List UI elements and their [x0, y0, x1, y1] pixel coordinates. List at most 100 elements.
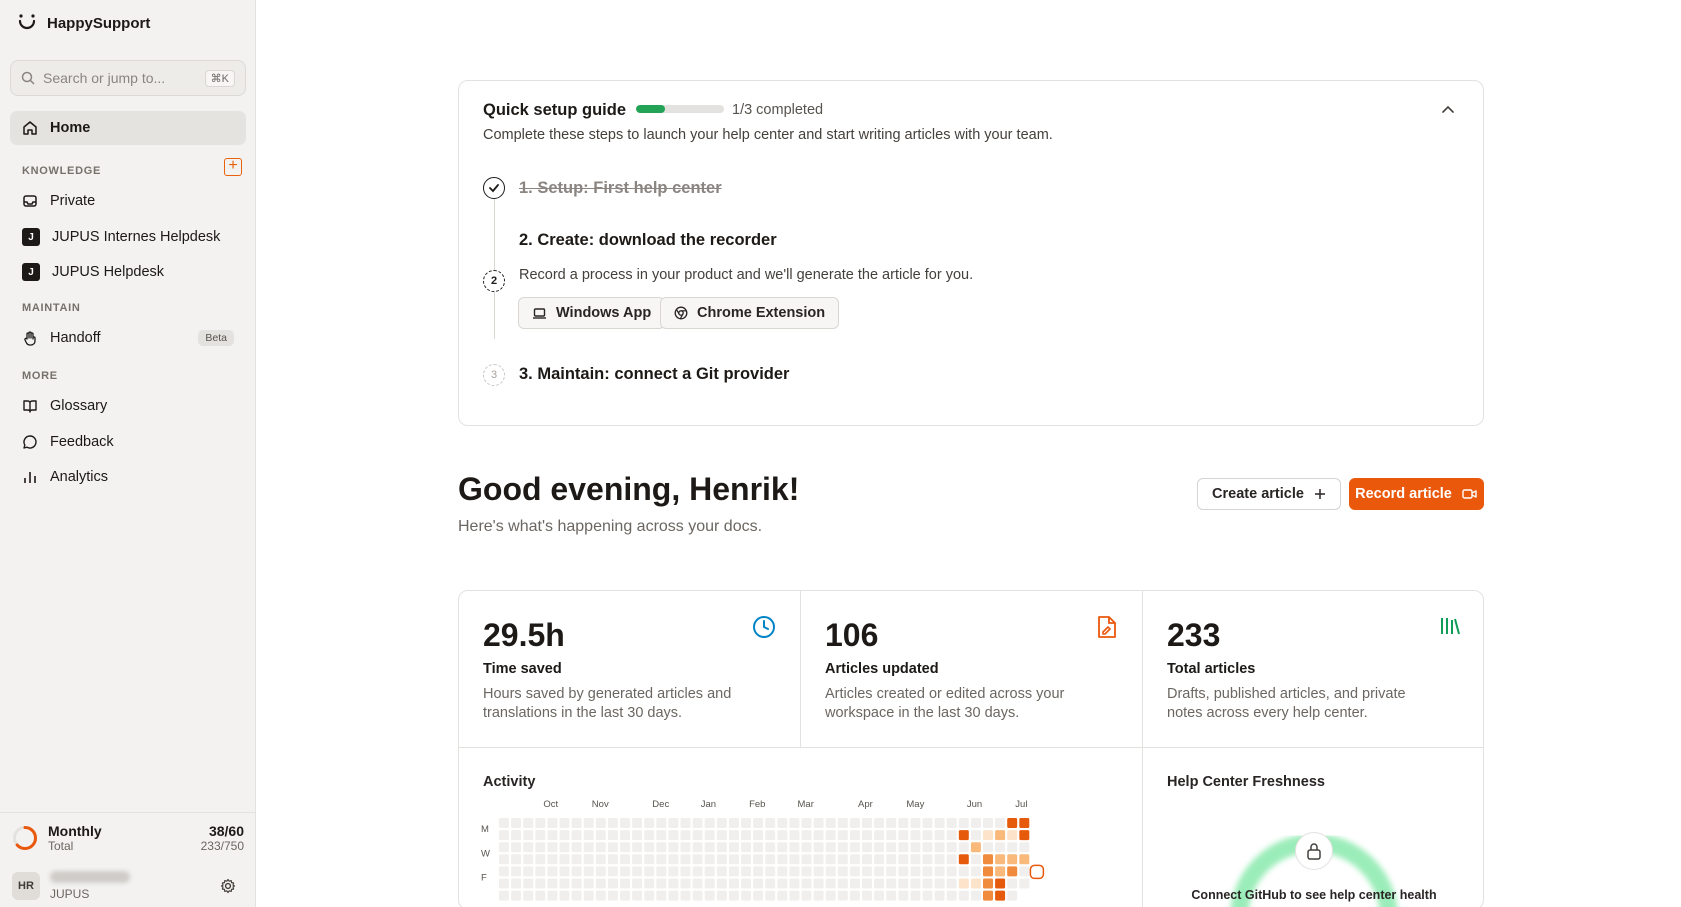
heatmap-cell: [801, 890, 812, 901]
sidebar-item-home[interactable]: Home: [10, 111, 246, 145]
heatmap-cell: [668, 878, 679, 889]
usage-widget[interactable]: Monthly Total 38/60 233/750: [12, 823, 244, 853]
sidebar-item-private[interactable]: Private: [10, 184, 246, 218]
sidebar-item-glossary[interactable]: Glossary: [10, 389, 246, 423]
record-article-button[interactable]: Record article: [1349, 478, 1484, 510]
chevron-up-icon[interactable]: [1441, 103, 1455, 117]
gear-icon[interactable]: [220, 878, 236, 894]
heatmap-cell: [946, 878, 957, 889]
heatmap-cell: [741, 842, 751, 853]
step-3-title[interactable]: 3. Maintain: connect a Git provider: [519, 365, 789, 384]
stat-value: 233: [1167, 617, 1221, 653]
heatmap-cell: [511, 890, 522, 901]
heatmap-cell: [1007, 878, 1018, 889]
heatmap-cell: [970, 878, 981, 889]
user-menu[interactable]: HR JUPUS: [12, 871, 244, 901]
connect-github-message[interactable]: Connect GitHub to see help center health: [1143, 888, 1483, 902]
heatmap-cell: [511, 866, 522, 877]
heatmap-cell: [789, 890, 800, 901]
helpcenter-badge: J: [22, 263, 40, 281]
sidebar-item-label: JUPUS Helpdesk: [52, 264, 165, 280]
heatmap-cell: [825, 830, 836, 841]
heatmap-cell: [922, 866, 933, 877]
heatmap-cell: [777, 866, 788, 877]
heatmap-cell: [656, 854, 667, 865]
heatmap-cell: [535, 830, 546, 841]
brand[interactable]: HappySupport: [16, 12, 150, 34]
heatmap-cell: [668, 818, 679, 828]
step-connector: [494, 199, 495, 339]
heatmap-cell: [958, 830, 969, 841]
heatmap-cell: [825, 818, 836, 828]
heatmap-cell: [874, 842, 885, 853]
heatmap-cell: [837, 842, 848, 853]
sidebar-item-handoff[interactable]: Handoff Beta: [10, 321, 246, 355]
heatmap-cell: [886, 830, 897, 841]
add-knowledge-icon[interactable]: +: [224, 158, 242, 176]
sidebar-item-feedback[interactable]: Feedback: [10, 425, 246, 459]
month-label: Apr: [858, 799, 873, 810]
heatmap-cell: [1007, 842, 1018, 853]
heatmap-cell: [825, 842, 836, 853]
heatmap-cell: [813, 842, 824, 853]
heatmap-cell: [583, 878, 594, 889]
chrome-extension-button[interactable]: Chrome Extension: [660, 297, 840, 329]
heatmap-cell: [559, 878, 570, 889]
search-icon: [21, 71, 35, 85]
heatmap-cell: [958, 854, 969, 865]
heatmap-cell: [511, 878, 522, 889]
stat-card-time-saved: 29.5h Time saved Hours saved by generate…: [459, 591, 801, 748]
heatmap-cell: [1007, 830, 1018, 841]
heatmap-cell: [668, 830, 679, 841]
step-1-title[interactable]: 1. Setup: First help center: [519, 179, 722, 198]
heatmap-cell: [583, 818, 594, 828]
heatmap-cell: [983, 866, 993, 877]
sidebar-item-jupus-internes-helpdesk[interactable]: J JUPUS Internes Helpdesk: [10, 220, 246, 254]
heatmap-cell: [547, 842, 558, 853]
heatmap-cell: [632, 842, 643, 853]
heatmap-cell: [934, 890, 945, 901]
heatmap-cell: [668, 866, 679, 877]
heatmap-cell: [801, 878, 812, 889]
heatmap-cell: [753, 890, 764, 901]
heatmap-cell: [704, 842, 715, 853]
sidebar-item-jupus-helpdesk[interactable]: J JUPUS Helpdesk: [10, 255, 246, 289]
create-article-button[interactable]: Create article: [1197, 478, 1341, 510]
heatmap-cell: [571, 830, 582, 841]
library-icon: [1441, 618, 1460, 635]
heatmap-cell: [559, 890, 570, 901]
heatmap-cell: [499, 830, 509, 841]
heatmap-cell: [801, 854, 812, 865]
heatmap-cell: [898, 830, 909, 841]
heatmap-cell: [934, 866, 945, 877]
heatmap-cell: [1007, 890, 1018, 901]
heatmap-cell: [825, 866, 836, 877]
heatmap-cell: [523, 830, 534, 841]
heatmap-cell: [765, 854, 776, 865]
heatmap-cell: [741, 854, 751, 865]
heatmap-cell: [789, 854, 800, 865]
heatmap-cell: [898, 818, 909, 828]
windows-app-button[interactable]: Windows App: [518, 297, 666, 329]
heatmap-cell: [511, 818, 522, 828]
heatmap-cell: [813, 878, 824, 889]
month-label: Jun: [967, 799, 982, 810]
hand-icon: [24, 331, 36, 346]
step-2-title[interactable]: 2. Create: download the recorder: [519, 231, 777, 250]
search-input[interactable]: Search or jump to... ⌘K: [10, 60, 246, 96]
sidebar-item-analytics[interactable]: Analytics: [10, 460, 246, 494]
heatmap-cell: [874, 878, 885, 889]
heatmap-cell: [886, 854, 897, 865]
heatmap-cell: [523, 854, 534, 865]
heatmap-cell: [499, 890, 509, 901]
heatmap-cell: [728, 854, 739, 865]
heatmap-cell: [898, 890, 909, 901]
heatmap-cell: [571, 866, 582, 877]
heatmap-cell: [704, 866, 715, 877]
stat-label: Articles updated: [825, 661, 939, 677]
heatmap-cell: [995, 830, 1006, 841]
heatmap-cell: [523, 842, 534, 853]
plus-icon: [1314, 489, 1325, 499]
activity-heatmap: Oct Nov Dec Jan Feb Mar Apr May Jun Jul M W F: [481, 799, 1045, 901]
heatmap-cell: [801, 830, 812, 841]
